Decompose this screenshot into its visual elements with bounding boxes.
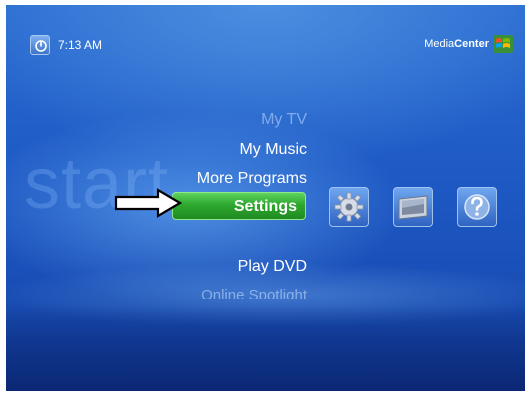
power-button[interactable] <box>30 35 50 55</box>
gear-icon <box>334 192 364 222</box>
brand-light: Media <box>424 38 455 50</box>
pointer-arrow-icon <box>114 188 183 218</box>
monitor-icon <box>398 195 428 220</box>
brand-bold: Center <box>454 38 489 50</box>
menu-item-more-programs[interactable]: More Programs <box>197 170 307 188</box>
windows-logo-icon <box>493 35 513 53</box>
settings-tile[interactable] <box>329 187 369 227</box>
display-tile[interactable] <box>393 187 433 227</box>
menu-item-my-music[interactable]: My Music <box>239 141 307 159</box>
clock: 7:13 AM <box>58 38 103 52</box>
menu-item-my-tv[interactable]: My TV <box>261 111 307 129</box>
menu-item-settings-label: Settings <box>233 198 297 215</box>
menu-item-settings[interactable]: Settings <box>172 192 306 220</box>
help-icon <box>464 194 490 220</box>
brand-text: MediaCenter <box>424 38 489 50</box>
menu-item-online-spotlight[interactable]: Online Spotlight <box>201 287 307 299</box>
media-center-screen: 7:13 AM MediaCenter start My TV My Music… <box>6 5 525 391</box>
bottom-band <box>6 305 525 391</box>
menu-item-play-dvd[interactable]: Play DVD <box>238 258 307 276</box>
power-icon <box>35 40 47 52</box>
help-tile[interactable] <box>457 187 497 227</box>
